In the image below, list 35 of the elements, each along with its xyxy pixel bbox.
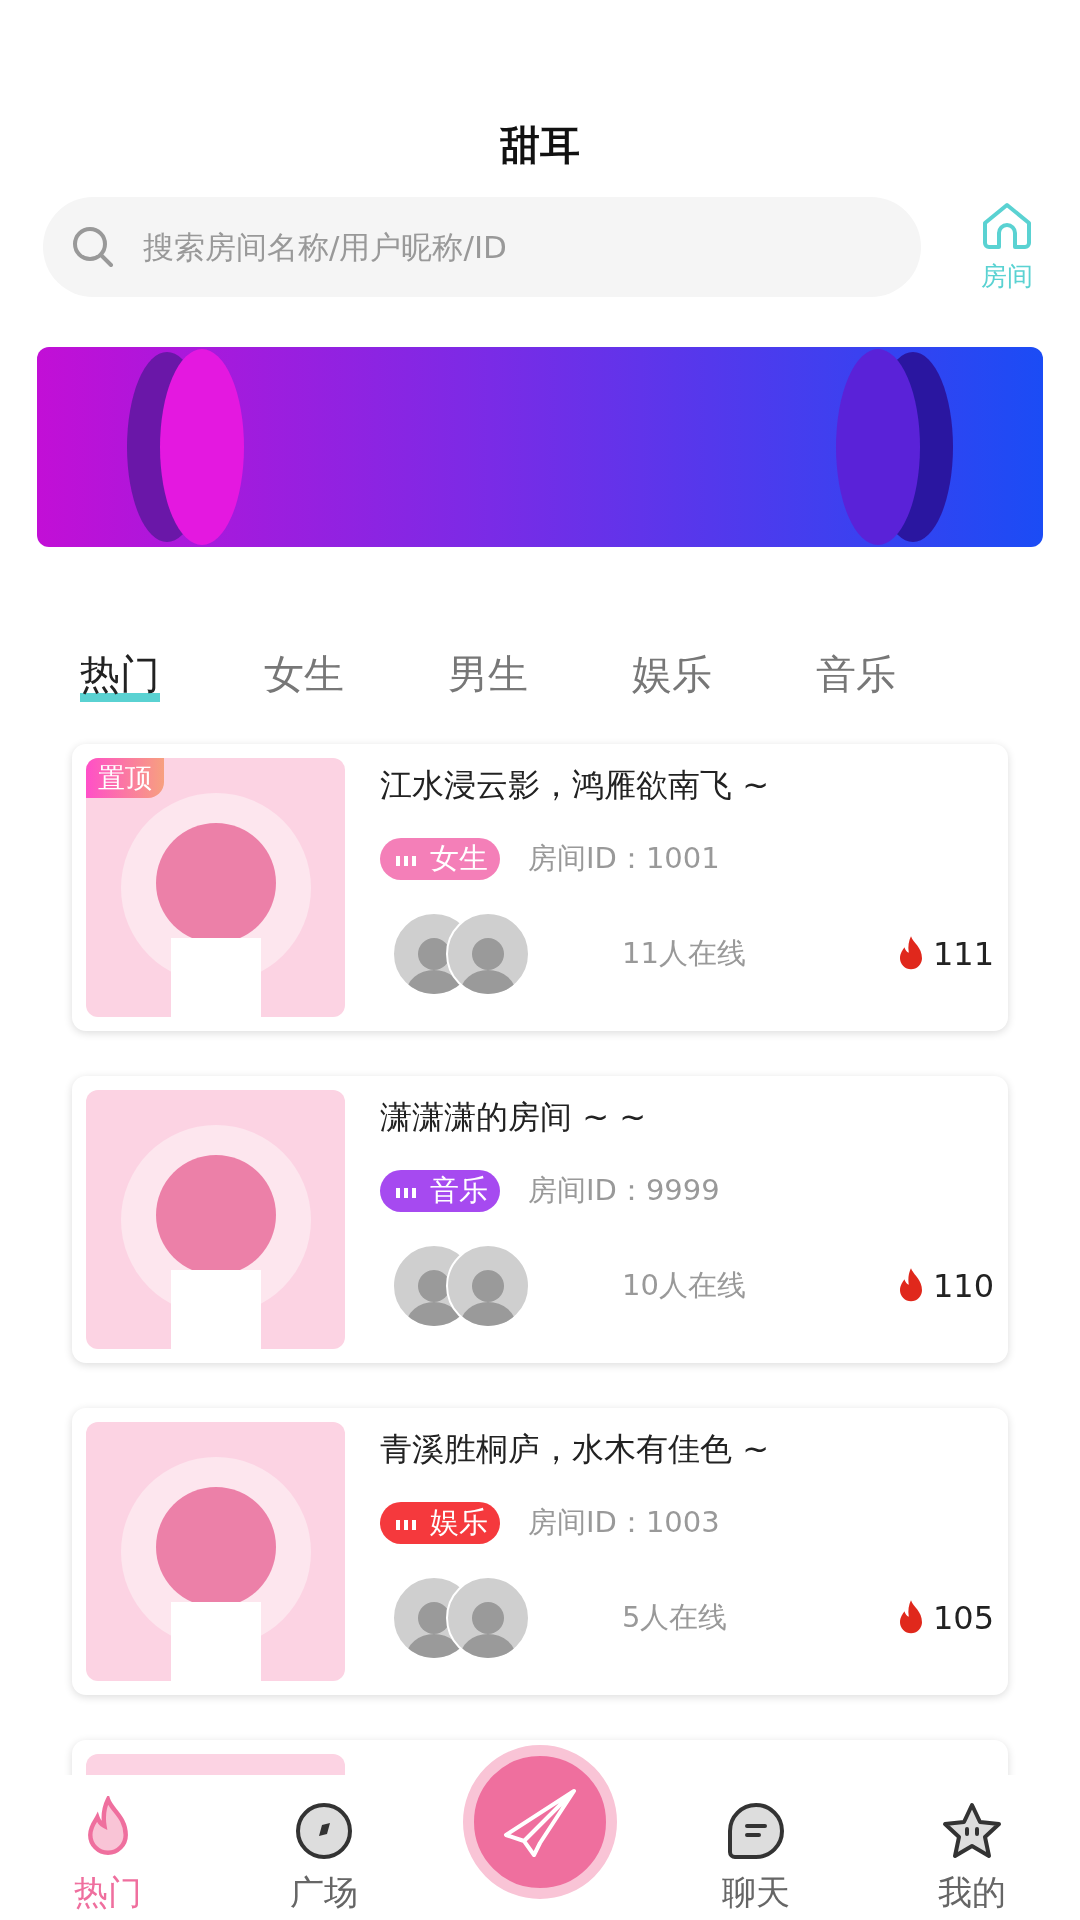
nav-tab[interactable]: 广场 [249,1802,399,1916]
online-count: 10人在线 [622,1267,746,1304]
category-tab[interactable]: 娱乐 [632,647,712,706]
heat-count: 105 [932,1599,994,1637]
paper-plane-icon [502,1787,578,1857]
room-card[interactable]: 青溪胜桐庐，水木有佳色 ~ 娱乐 房间ID：1003 5人在线 105 [72,1408,1008,1695]
app-title: 甜耳 [499,121,581,170]
category-tag: 音乐 [380,1170,500,1212]
nav-tab[interactable]: 我的 [897,1802,1047,1916]
search-field[interactable]: 搜索房间名称/用户昵称/ID [43,197,921,297]
online-count: 5人在线 [622,1599,728,1636]
online-count: 11人在线 [622,935,746,972]
room-id: 房间ID：9999 [528,1172,720,1209]
heat-count: 110 [932,1267,994,1305]
heat-count: 111 [932,935,994,973]
home-icon [981,200,1033,251]
room-id: 房间ID：1003 [528,1504,720,1541]
banner-image[interactable] [37,347,1043,547]
room-title: 青溪胜桐庐，水木有佳色 ~ [380,1429,770,1470]
room-card[interactable]: 置顶 江水浸云影，鸿雁欲南飞 ~ 女生 房间ID：1001 11人在线 111 [72,744,1008,1031]
room-card[interactable]: 潇潇潇的房间 ~ ~ 音乐 房间ID：9999 10人在线 110 [72,1076,1008,1363]
category-tab[interactable]: 女生 [264,647,344,706]
room-id: 房间ID：1001 [528,840,720,877]
pinned-label: 置顶 [86,758,164,798]
search-icon [71,225,115,269]
nav-tab[interactable]: 聊天 [681,1802,831,1916]
room-title: 江水浸云影，鸿雁欲南飞 ~ [380,765,770,806]
category-tab[interactable]: 男生 [448,647,528,706]
room-title: 潇潇潇的房间 ~ ~ [380,1097,647,1138]
category-tab[interactable]: 音乐 [816,647,896,706]
chat-icon [727,1802,785,1860]
category-tag: 娱乐 [380,1502,500,1544]
star-icon [942,1802,1002,1860]
category-tag: 女生 [380,838,500,880]
compass-icon [295,1802,353,1860]
